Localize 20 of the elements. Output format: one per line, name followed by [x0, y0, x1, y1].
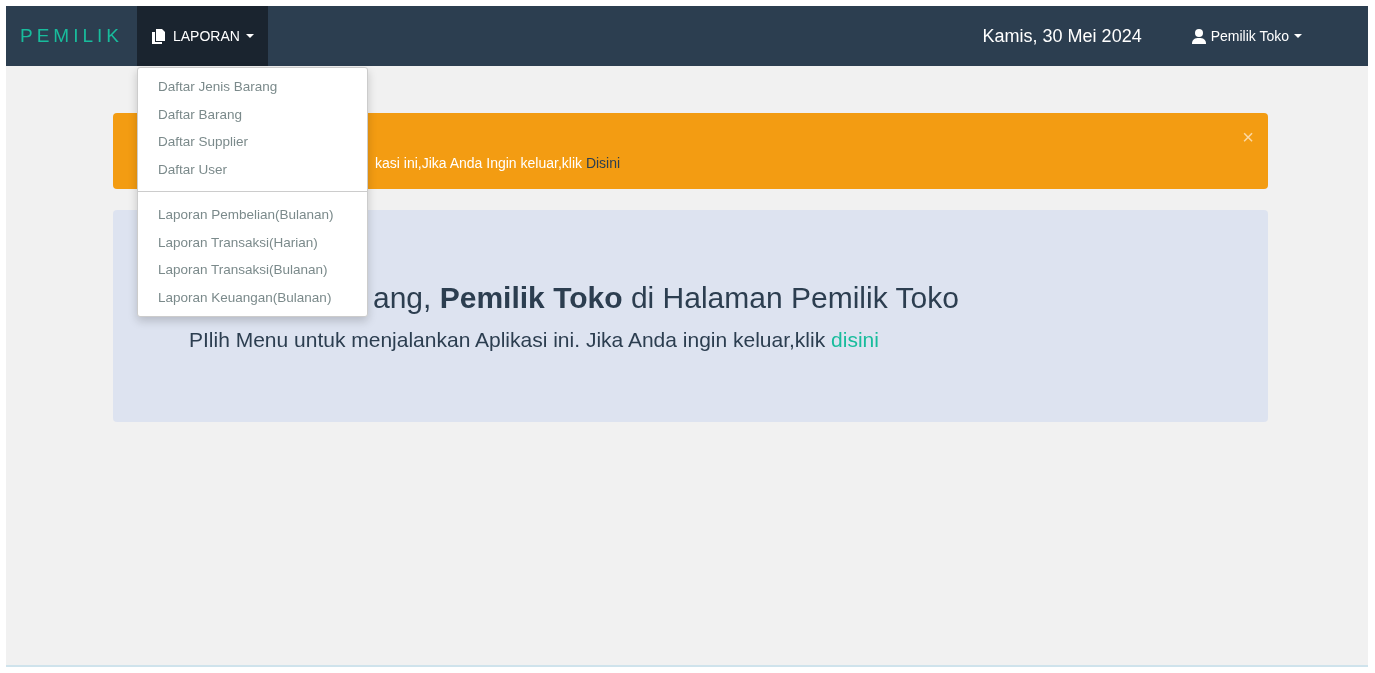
caret-icon: [245, 34, 254, 38]
welcome-text: PIlih Menu untuk menjalankan Aplikasi ini. Jika Anda ingin keluar,klik disini: [189, 327, 880, 353]
caret-icon: [1294, 34, 1302, 38]
menu-item[interactable]: Laporan Pembelian(Bulanan): [138, 201, 367, 229]
welcome-heading: ang, Pemilik Toko di Halaman Pemilik Toko: [373, 280, 960, 316]
user-icon: [1191, 28, 1206, 44]
menu-item[interactable]: Daftar Jenis Barang: [138, 73, 367, 101]
logout-link[interactable]: Disini: [585, 155, 621, 171]
menu-item[interactable]: Laporan Transaksi(Harian): [138, 228, 367, 256]
menu-item[interactable]: Daftar Barang: [138, 100, 367, 128]
alert-text: kasi ini,Jika Anda Ingin keluar,klik Disini: [375, 154, 621, 173]
menu-item[interactable]: Laporan Keuangan(Bulanan): [138, 283, 367, 311]
menu-item[interactable]: Daftar User: [138, 155, 367, 183]
brand-title[interactable]: PEMILIK: [6, 6, 137, 66]
menu-button[interactable]: LAPORAN: [137, 6, 268, 66]
date-text: Kamis, 30 Mei 2024: [982, 24, 1142, 48]
menu-item[interactable]: Laporan Transaksi(Bulanan): [138, 256, 367, 284]
menu-item[interactable]: Daftar Supplier: [138, 128, 367, 156]
documents-icon: [151, 28, 167, 44]
user-menu[interactable]: Pemilik Toko: [1185, 6, 1308, 66]
